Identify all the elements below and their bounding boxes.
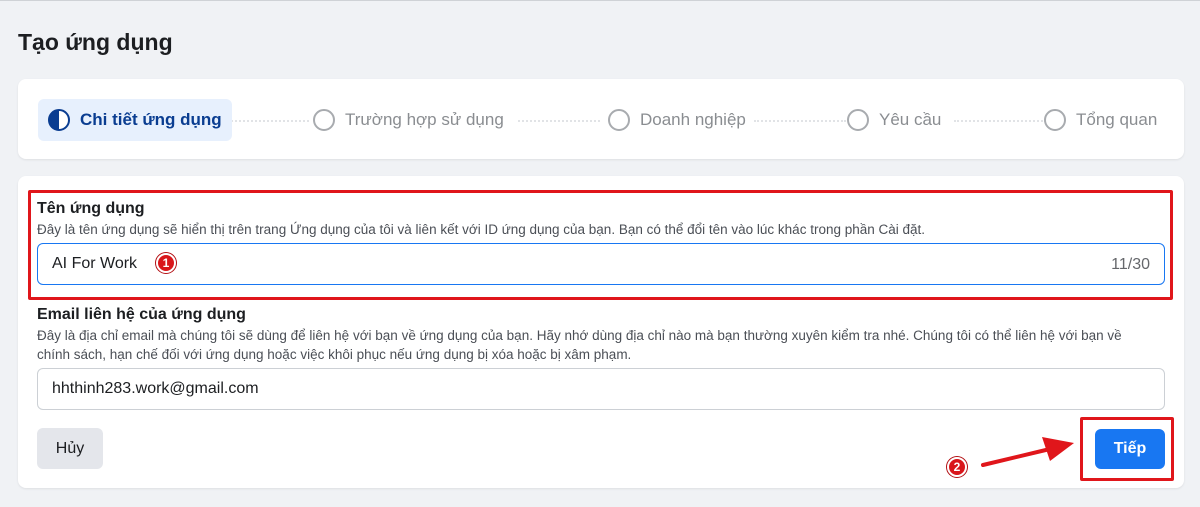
empty-circle-icon [847,109,869,131]
step-label: Trường hợp sử dụng [345,110,504,129]
email-value: hhthinh283.work@gmail.com [52,380,259,397]
app-name-input[interactable]: AI For Work 11/30 [37,243,1165,285]
step-badge-2: 2 [947,457,967,477]
step-requirements[interactable]: Yêu cầu [847,99,941,141]
step-label: Yêu cầu [879,110,942,129]
app-name-value: AI For Work [52,255,138,272]
step-use-cases[interactable]: Trường hợp sử dụng [313,99,504,141]
step-app-details[interactable]: Chi tiết ứng dụng [38,99,232,141]
next-button[interactable]: Tiếp [1095,429,1165,469]
email-input[interactable]: hhthinh283.work@gmail.com [37,368,1165,410]
empty-circle-icon [608,109,630,131]
empty-circle-icon [313,109,335,131]
step-label: Doanh nghiệp [640,110,746,129]
step-connector [223,120,309,122]
app-name-description: Đây là tên ứng dụng sẽ hiển thị trên tra… [37,222,926,237]
step-overview[interactable]: Tổng quan [1044,99,1157,141]
step-connector [518,120,600,122]
step-business[interactable]: Doanh nghiệp [608,99,746,141]
step-label: Tổng quan [1076,110,1158,129]
character-counter: 11/30 [1111,256,1150,273]
empty-circle-icon [1044,109,1066,131]
step-connector [954,120,1046,122]
page-title: Tạo ứng dụng [18,29,173,55]
arrow-right-icon [981,437,1074,467]
cancel-button[interactable]: Hủy [37,428,103,469]
stepper-card: Chi tiết ứng dụng Trường hợp sử dụng Doa… [18,79,1184,159]
step-badge-1: 1 [156,253,176,273]
app-name-label: Tên ứng dụng [37,200,145,217]
half-filled-circle-icon [48,109,70,131]
email-description: Đây là địa chỉ email mà chúng tôi sẽ dùn… [37,328,1122,362]
step-connector [754,120,846,122]
step-label: Chi tiết ứng dụng [80,110,222,129]
email-label: Email liên hệ của ứng dụng [37,306,246,323]
